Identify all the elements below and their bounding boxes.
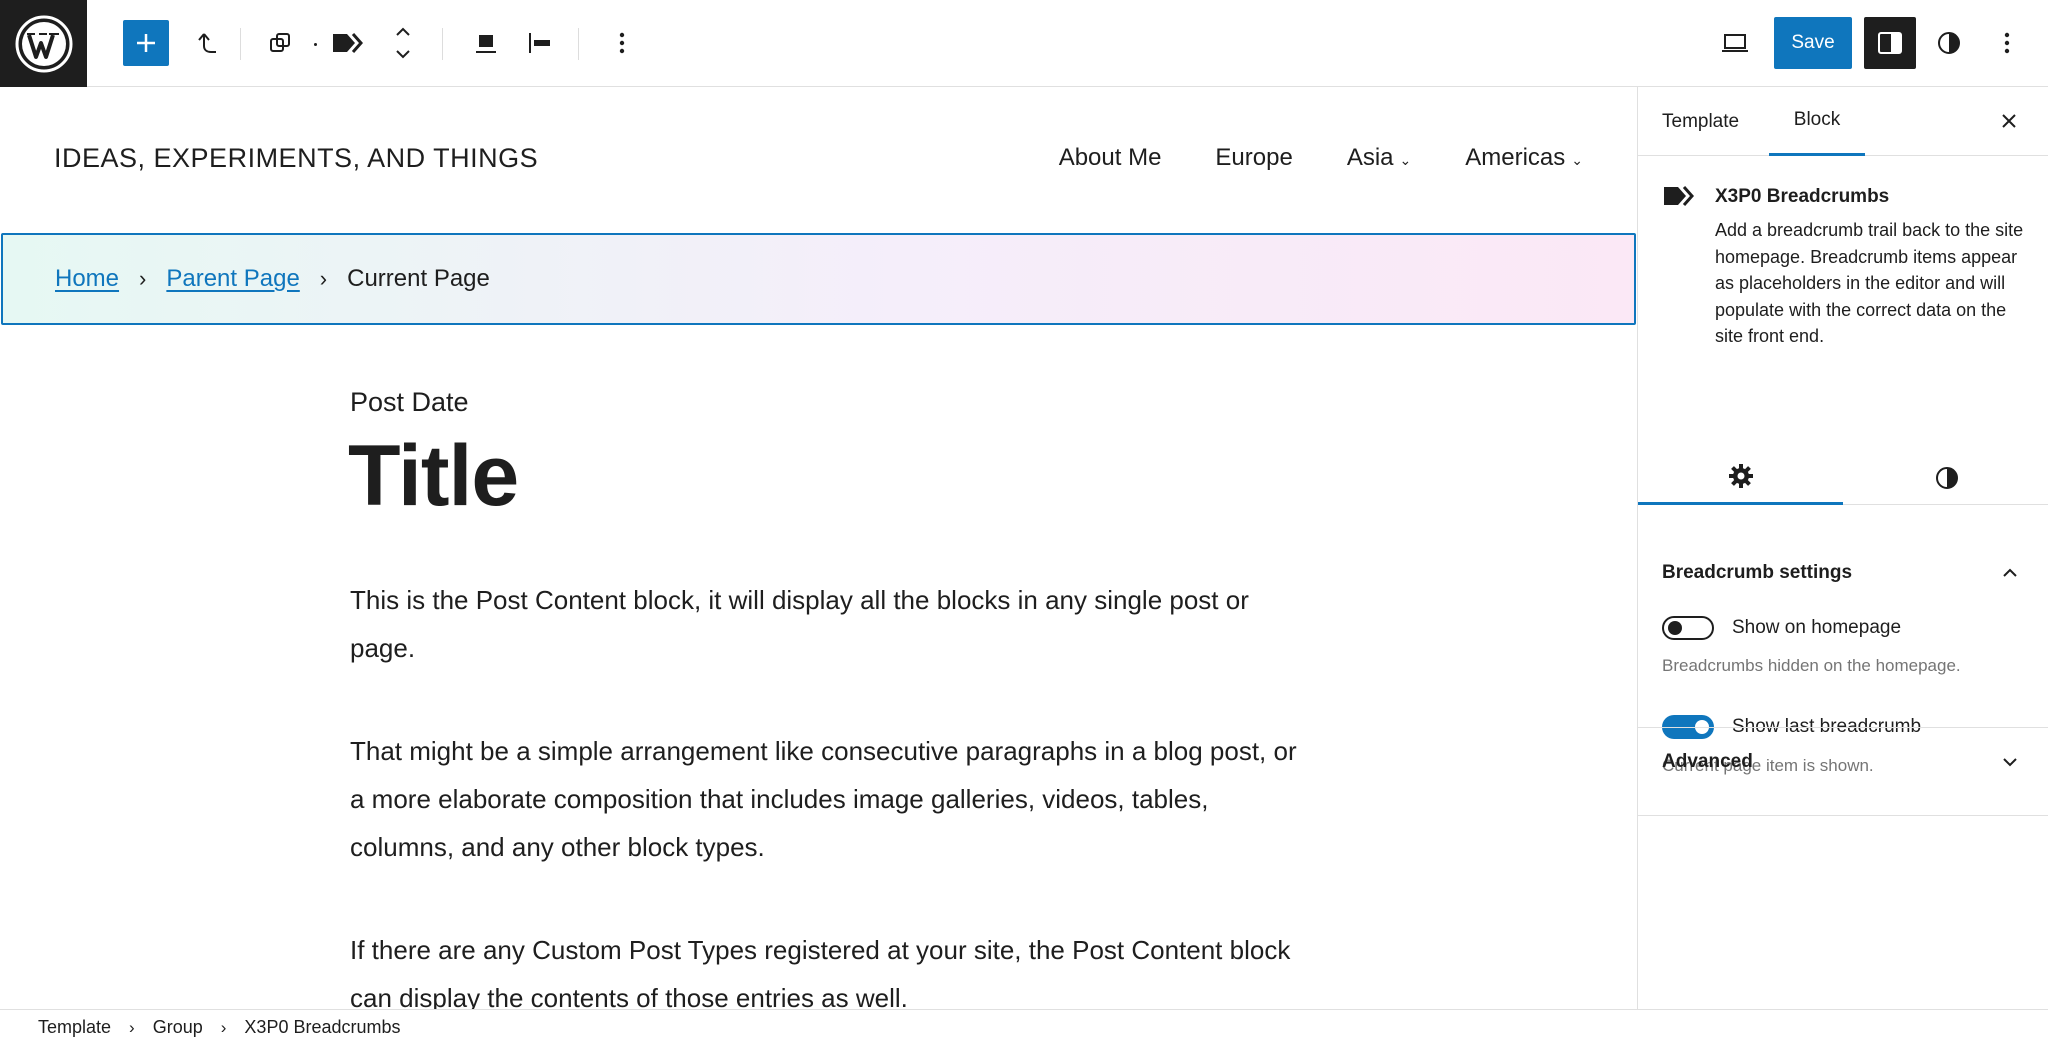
nav-item-label: Americas (1465, 144, 1566, 171)
tab-settings[interactable] (1638, 450, 1843, 505)
settings-sidebar: Template Block X3P0 Breadcrumbs Add a br… (1637, 87, 2048, 1009)
nav-item-label: Europe (1215, 144, 1293, 171)
editor-canvas: IDEAS, EXPERIMENTS, AND THINGS About Me … (0, 87, 1637, 1009)
options-menu-button[interactable] (1984, 20, 2030, 66)
footer-crumb-group[interactable]: Group (153, 1017, 203, 1038)
footer-crumb-separator: › (220, 1017, 227, 1037)
toggle-help-text: Breadcrumbs hidden on the homepage. (1662, 656, 1961, 675)
toolbar-dot (314, 43, 317, 46)
save-button[interactable]: Save (1774, 17, 1852, 69)
close-sidebar-button[interactable] (1997, 109, 2021, 133)
block-card: X3P0 Breadcrumbs Add a breadcrumb trail … (1638, 157, 2048, 346)
breadcrumbs-block-icon (1664, 186, 1694, 206)
arrow-up-left-icon (198, 33, 216, 53)
more-vertical-icon (619, 32, 625, 54)
breadcrumb-separator: › (139, 266, 147, 291)
footer-crumb-separator: › (129, 1017, 135, 1037)
breadcrumb-parent-link[interactable]: Parent Page (166, 265, 299, 293)
more-vertical-icon (2004, 32, 2010, 54)
justify-left-icon (529, 33, 550, 53)
block-card-title: X3P0 Breadcrumbs (1715, 186, 1890, 207)
nav-item-about-me[interactable]: About Me (1059, 144, 1162, 172)
close-icon (2002, 114, 2016, 128)
block-inserter-button[interactable] (123, 20, 169, 66)
block-options-button[interactable] (599, 20, 645, 66)
show-on-homepage-toggle[interactable] (1662, 616, 1714, 640)
duplicate-icon (270, 33, 290, 52)
site-navigation: About Me Europe Asia ⌄ Americas ⌄ (1059, 144, 1583, 172)
chevron-down-icon[interactable] (1999, 751, 2021, 773)
panel-divider (1638, 815, 2048, 816)
nav-item-asia[interactable]: Asia ⌄ (1347, 144, 1411, 172)
desktop-icon (1722, 34, 1748, 52)
editor-top-toolbar: Save (0, 0, 2048, 87)
styles-button[interactable] (1926, 20, 1972, 66)
show-on-homepage-toggle-row: Show on homepage (1662, 616, 1901, 640)
inspector-tabs (1638, 450, 2048, 505)
contrast-icon (1935, 466, 1958, 489)
toolbar-divider (240, 28, 241, 60)
wordpress-logo-icon (15, 15, 72, 72)
chevron-down-icon: ⌄ (1399, 151, 1412, 168)
justification-button[interactable] (516, 20, 562, 66)
tab-block[interactable]: Block (1769, 87, 1865, 156)
chevron-up-icon[interactable] (1999, 562, 2021, 584)
contrast-icon (1938, 32, 1960, 54)
transform-block-button[interactable] (257, 20, 303, 66)
chevron-up-down-icon (396, 27, 410, 59)
post-content-block[interactable]: This is the Post Content block, it will … (350, 576, 1300, 1009)
breadcrumbs-block[interactable]: Home › Parent Page › Current Page (1, 233, 1636, 325)
wordpress-logo-button[interactable] (0, 0, 87, 87)
nav-item-label: About Me (1058, 144, 1162, 171)
footer-crumb-template[interactable]: Template (38, 1017, 111, 1038)
post-date-block[interactable]: Post Date (350, 387, 469, 418)
block-alignment-button[interactable] (463, 20, 509, 66)
site-header: IDEAS, EXPERIMENTS, AND THINGS About Me … (0, 87, 1637, 232)
block-breadcrumb-bar: Template › Group › X3P0 Breadcrumbs (0, 1009, 2048, 1045)
post-paragraph: If there are any Custom Post Types regis… (350, 935, 1291, 1009)
move-block-buttons[interactable] (380, 20, 426, 66)
settings-sidebar-toggle[interactable] (1864, 17, 1916, 69)
breadcrumbs-block-icon (333, 33, 363, 53)
plus-icon (137, 34, 155, 52)
toggle-knob (1668, 621, 1682, 635)
nav-item-americas[interactable]: Americas ⌄ (1465, 144, 1583, 172)
panel-divider (1638, 727, 2048, 728)
breadcrumb-home-link[interactable]: Home (55, 265, 119, 293)
post-paragraph: This is the Post Content block, it will … (350, 585, 1249, 663)
footer-crumb-current: X3P0 Breadcrumbs (244, 1017, 401, 1037)
chevron-down-icon: ⌄ (1571, 151, 1583, 168)
sidebar-icon (1878, 32, 1902, 54)
tab-styles[interactable] (1844, 450, 2048, 505)
sidebar-tabs: Template Block (1638, 87, 2048, 156)
nav-item-europe[interactable]: Europe (1215, 144, 1292, 172)
preview-device-button[interactable] (1712, 20, 1758, 66)
block-type-button[interactable] (324, 20, 370, 66)
post-paragraph: That might be a simple arrangement like … (350, 736, 1297, 862)
toolbar-divider (442, 28, 443, 60)
gear-icon (1728, 464, 1753, 488)
site-title[interactable]: IDEAS, EXPERIMENTS, AND THINGS (54, 143, 538, 174)
post-title-block[interactable]: Title (348, 427, 519, 526)
block-card-description: Add a breadcrumb trail back to the site … (1715, 220, 2024, 346)
tab-template[interactable]: Template (1662, 87, 1739, 156)
breadcrumb-current-item: Current Page (347, 265, 490, 292)
select-parent-button[interactable] (185, 20, 231, 66)
breadcrumb-separator: › (319, 266, 328, 291)
toolbar-divider (578, 28, 579, 60)
nav-item-label: Asia (1346, 144, 1394, 171)
toggle-label: Show on homepage (1732, 617, 1902, 638)
align-wide-icon (476, 35, 496, 53)
panel-title[interactable]: Advanced (1662, 751, 1753, 773)
panel-title[interactable]: Breadcrumb settings (1662, 562, 1852, 584)
